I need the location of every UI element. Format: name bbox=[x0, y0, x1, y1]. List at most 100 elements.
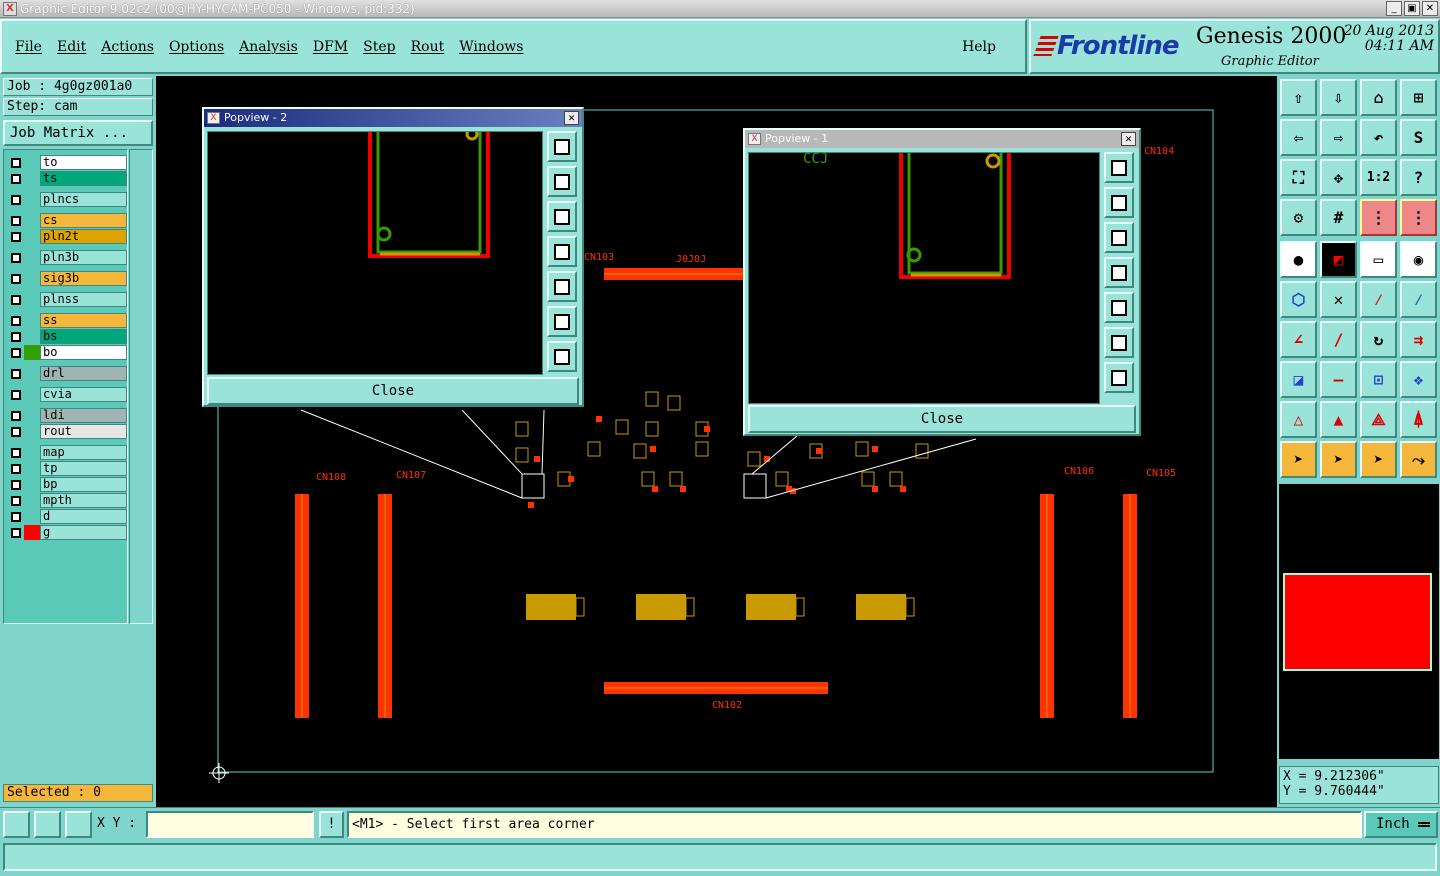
layer-checkbox[interactable] bbox=[11, 194, 21, 205]
layer-checkbox[interactable] bbox=[11, 252, 21, 263]
pan-up-tool[interactable]: ⇧ bbox=[1280, 79, 1317, 116]
pointer-tool-2[interactable]: ➤ bbox=[1320, 441, 1357, 478]
popview-2-fit-button[interactable] bbox=[547, 306, 577, 337]
layer-name[interactable]: d bbox=[40, 509, 127, 524]
layer-row-mpth[interactable]: mpth bbox=[8, 493, 127, 508]
layer-color-swatch[interactable] bbox=[24, 213, 40, 228]
layer-color-swatch[interactable] bbox=[24, 493, 40, 508]
slash-tool[interactable]: / bbox=[1320, 321, 1357, 358]
popview-1-view[interactable]: CCJ bbox=[748, 152, 1100, 404]
menu-file[interactable]: File bbox=[15, 39, 42, 55]
layer-color-swatch[interactable] bbox=[24, 509, 40, 524]
layer-row-ss[interactable]: ss bbox=[8, 313, 127, 328]
trace-tool[interactable]: — bbox=[1320, 361, 1357, 398]
layer-checkbox[interactable] bbox=[11, 347, 21, 358]
layer-row-pln3b[interactable]: pln3b bbox=[8, 250, 127, 265]
popview-1-titlebar[interactable]: X Popview - 1 bbox=[745, 130, 1139, 148]
route-tool[interactable]: ⤳ bbox=[1400, 441, 1437, 478]
layer-checkbox[interactable] bbox=[11, 410, 21, 421]
menu-rout[interactable]: Rout bbox=[411, 39, 445, 55]
layer-checkbox[interactable] bbox=[11, 231, 21, 242]
layer-row-tp[interactable]: tp bbox=[8, 461, 127, 476]
minimize-button[interactable]: _ bbox=[1386, 1, 1402, 16]
layer-checkbox[interactable] bbox=[11, 273, 21, 284]
layer-color-swatch[interactable] bbox=[24, 345, 40, 360]
layer-row-d[interactable]: d bbox=[8, 509, 127, 524]
pad-tool[interactable]: ◪ bbox=[1280, 361, 1317, 398]
popview-1-fit-button[interactable] bbox=[1104, 327, 1134, 358]
popview-1-center-button[interactable] bbox=[1104, 362, 1134, 393]
layer-color-swatch[interactable] bbox=[24, 461, 40, 476]
popview-2-titlebar[interactable]: X Popview - 2 bbox=[204, 109, 582, 127]
layer-checkbox[interactable] bbox=[11, 331, 21, 342]
popview-1-close-button[interactable]: Close bbox=[748, 405, 1136, 433]
ruler-tool[interactable]: ▭ bbox=[1360, 241, 1397, 278]
layer-name[interactable]: plncs bbox=[40, 192, 127, 207]
grid-tool[interactable]: # bbox=[1320, 199, 1357, 236]
xy-input[interactable] bbox=[146, 811, 314, 838]
connect-tool[interactable]: ⬡ bbox=[1280, 281, 1317, 318]
triangle-tool-2[interactable]: ▲ bbox=[1320, 401, 1357, 438]
layer-name[interactable]: tp bbox=[40, 461, 127, 476]
popview-2-pan-right-button[interactable] bbox=[547, 271, 577, 302]
layer-row-bo[interactable]: bo bbox=[8, 345, 127, 360]
layer-name[interactable]: rout bbox=[40, 424, 127, 439]
net-tool-2[interactable]: ⋮ bbox=[1400, 199, 1437, 236]
pointer-tool-3[interactable]: ➤ bbox=[1360, 441, 1397, 478]
popview-2-close-button[interactable]: Close bbox=[207, 377, 579, 405]
layer-row-ts[interactable]: ts bbox=[8, 171, 127, 186]
layer-row-map[interactable]: map bbox=[8, 445, 127, 460]
layer-color-swatch[interactable] bbox=[24, 366, 40, 381]
triangle-tool-3[interactable]: ⟁ bbox=[1360, 401, 1397, 438]
select-pad-tool[interactable]: ● bbox=[1280, 241, 1317, 278]
layer-checkbox[interactable] bbox=[11, 173, 21, 184]
layer-color-swatch[interactable] bbox=[24, 229, 40, 244]
layer-checkbox[interactable] bbox=[11, 389, 21, 400]
layer-row-rout[interactable]: rout bbox=[8, 424, 127, 439]
dimension-tool[interactable]: ⊡ bbox=[1360, 361, 1397, 398]
triangle-tool[interactable]: △ bbox=[1280, 401, 1317, 438]
popview-2-zoom-button[interactable] bbox=[547, 131, 577, 162]
zoom-back-tool[interactable]: ↶ bbox=[1360, 119, 1397, 156]
menu-analysis[interactable]: Analysis bbox=[239, 39, 298, 55]
layer-name[interactable]: bo bbox=[40, 345, 127, 360]
layer-color-swatch[interactable] bbox=[24, 292, 40, 307]
line-tool-2[interactable]: ⁄ bbox=[1400, 281, 1437, 318]
layer-checkbox[interactable] bbox=[11, 157, 21, 168]
execute-button[interactable]: ! bbox=[319, 811, 344, 838]
angle-mode-button[interactable] bbox=[34, 811, 61, 838]
popview-2-pan-up-button[interactable] bbox=[547, 166, 577, 197]
layer-name[interactable]: cvia bbox=[40, 387, 127, 402]
layer-name[interactable]: bs bbox=[40, 329, 127, 344]
layer-row-drl[interactable]: drl bbox=[8, 366, 127, 381]
popview-1-pan-down-button[interactable] bbox=[1104, 222, 1134, 253]
close-window-button[interactable]: ✕ bbox=[1422, 1, 1438, 16]
layer-name[interactable]: ts bbox=[40, 171, 127, 186]
layer-color-swatch[interactable] bbox=[24, 477, 40, 492]
layer-checkbox[interactable] bbox=[11, 495, 21, 506]
snap-tool[interactable]: S bbox=[1400, 119, 1437, 156]
layer-checkbox[interactable] bbox=[11, 463, 21, 474]
popview-1-pan-left-button[interactable] bbox=[1104, 257, 1134, 288]
layer-checkbox[interactable] bbox=[11, 447, 21, 458]
layer-row-bp[interactable]: bp bbox=[8, 477, 127, 492]
measure-tool[interactable]: ⚙ bbox=[1280, 199, 1317, 236]
zoom-center-tool[interactable]: ✥ bbox=[1320, 159, 1357, 196]
layer-checkbox[interactable] bbox=[11, 315, 21, 326]
pan-left-tool[interactable]: ⇦ bbox=[1280, 119, 1317, 156]
unit-selector[interactable]: Inch bbox=[1364, 811, 1438, 838]
layer-color-swatch[interactable] bbox=[24, 171, 40, 186]
menu-windows[interactable]: Windows bbox=[459, 39, 523, 55]
layer-name[interactable]: bp bbox=[40, 477, 127, 492]
layer-checkbox[interactable] bbox=[11, 527, 21, 538]
popview-2-pan-down-button[interactable] bbox=[547, 201, 577, 232]
layer-checkbox[interactable] bbox=[11, 511, 21, 522]
popview-1-pan-right-button[interactable] bbox=[1104, 292, 1134, 323]
flip-tool[interactable]: ⇉ bbox=[1400, 321, 1437, 358]
area-select-tool[interactable]: ◉ bbox=[1400, 241, 1437, 278]
layer-row-ldi[interactable]: ldi bbox=[8, 408, 127, 423]
popview-1-zoom-button[interactable] bbox=[1104, 152, 1134, 183]
popview-1-close-icon[interactable]: ✕ bbox=[1121, 132, 1136, 146]
zoom-fit-tool[interactable]: ⛶ bbox=[1280, 159, 1317, 196]
layer-color-swatch[interactable] bbox=[24, 329, 40, 344]
